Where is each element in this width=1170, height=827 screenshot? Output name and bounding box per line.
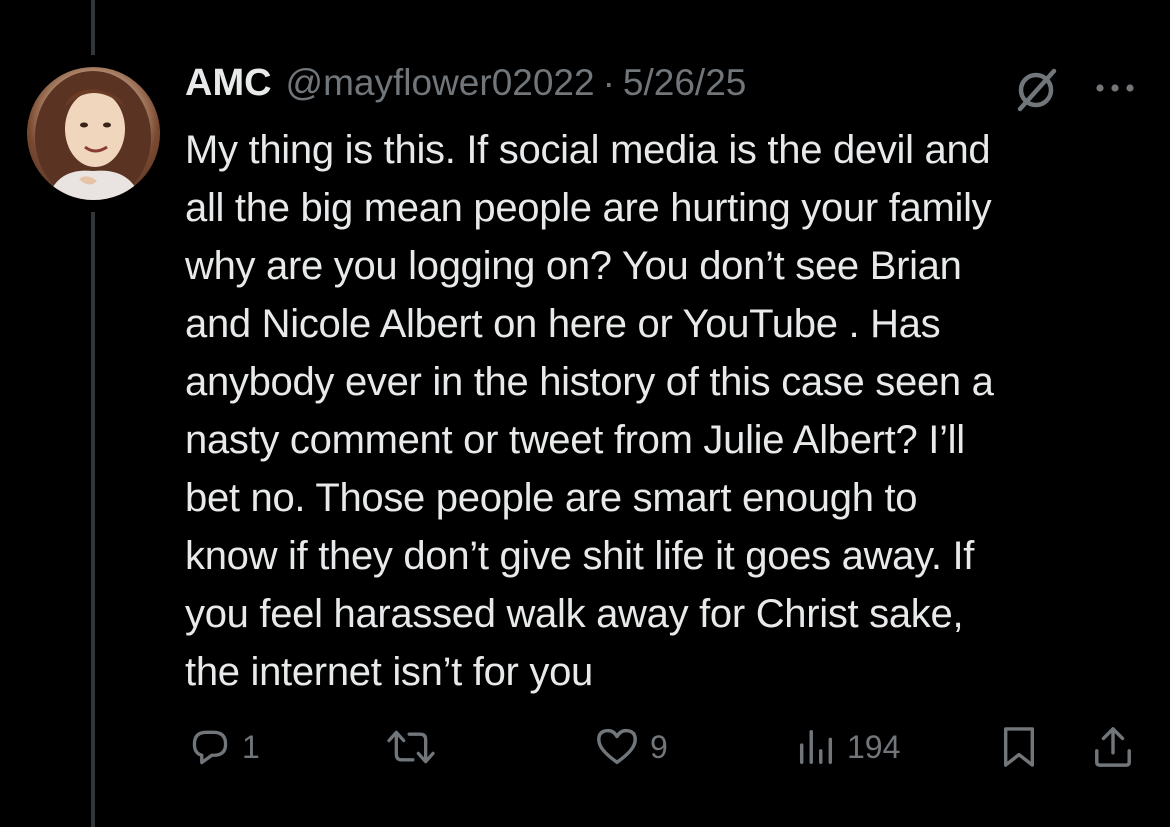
views-icon [799, 730, 833, 764]
bookmark-button[interactable] [1000, 722, 1038, 772]
author-handle[interactable]: @mayflower02022 [286, 62, 595, 104]
views-button[interactable]: 194 [795, 722, 900, 772]
avatar-portrait [35, 71, 151, 200]
retweet-button[interactable] [385, 722, 447, 772]
view-count: 194 [847, 728, 901, 765]
tweet-text: My thing is this. If social media is the… [185, 128, 994, 694]
avatar[interactable] [27, 67, 160, 200]
like-count: 9 [650, 728, 668, 765]
heart-icon [597, 728, 637, 765]
author-display-name[interactable]: AMC [185, 62, 272, 105]
reply-button[interactable]: 1 [188, 722, 260, 772]
like-button[interactable]: 9 [594, 722, 668, 772]
thread-line-top [91, 0, 95, 55]
reply-icon [192, 730, 228, 765]
share-icon [1095, 727, 1131, 767]
tweet-actions: 1 9 194 [0, 722, 1170, 772]
header-separator: · [602, 62, 615, 103]
grok-icon[interactable] [1012, 66, 1060, 114]
bookmark-icon [1003, 727, 1035, 767]
reply-count: 1 [242, 728, 260, 765]
retweet-icon [387, 730, 435, 764]
more-icon[interactable] [1090, 70, 1140, 106]
share-button[interactable] [1092, 722, 1134, 772]
tweet-header: AMC @mayflower02022 · 5/26/25 [185, 62, 746, 114]
tweet-date[interactable]: 5/26/25 [623, 62, 746, 104]
